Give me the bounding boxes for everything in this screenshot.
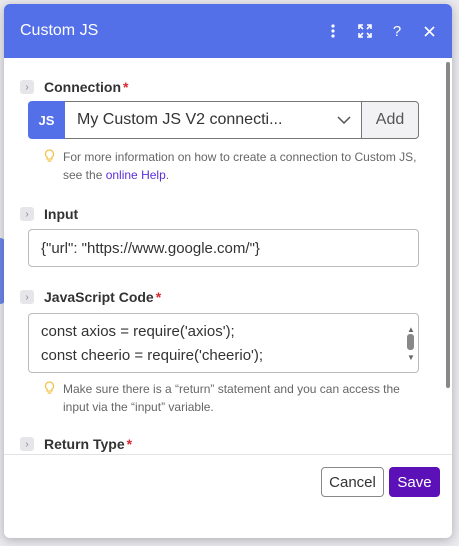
code-hint-text: Make sure there is a “return” statement … — [63, 382, 400, 414]
return-type-label: Return Type — [44, 436, 125, 452]
connection-hint: For more information on how to create a … — [44, 148, 429, 184]
code-editor[interactable]: const axios = require('axios'); const ch… — [28, 313, 419, 373]
expand-icon[interactable] — [356, 22, 374, 40]
js-app-icon: JS — [28, 101, 65, 139]
connection-hint-text: For more information on how to create a … — [63, 148, 429, 184]
close-icon[interactable] — [420, 22, 438, 40]
code-line: const cheerio = require('cheerio'); — [41, 347, 264, 364]
dialog-header: Custom JS ? — [4, 4, 452, 58]
code-field: › JavaScript Code * — [20, 288, 436, 306]
return-type-field: › Return Type * — [20, 435, 436, 453]
online-help-link[interactable]: online Help — [106, 168, 166, 182]
required-mark: * — [123, 79, 129, 95]
dialog-body: › Connection * JS My Custom JS V2 connec… — [4, 58, 452, 454]
code-line: const axios = require('axios'); — [41, 323, 235, 340]
dialog-scrollbar[interactable] — [446, 62, 450, 388]
help-icon[interactable]: ? — [388, 22, 406, 40]
connection-select-value: My Custom JS V2 connecti... — [77, 111, 283, 128]
chevron-right-icon[interactable]: › — [20, 207, 34, 221]
code-hint: Make sure there is a “return” statement … — [44, 380, 429, 416]
connection-select[interactable]: My Custom JS V2 connecti... — [65, 101, 362, 139]
save-button[interactable]: Save — [389, 467, 440, 497]
add-connection-button[interactable]: Add — [362, 101, 419, 139]
hint-text-end: . — [165, 168, 170, 182]
chevron-down-icon — [337, 116, 351, 124]
chevron-right-icon[interactable]: › — [20, 290, 34, 304]
dialog-title: Custom JS — [20, 22, 99, 39]
input-label: Input — [44, 206, 79, 222]
connection-label: Connection — [44, 79, 121, 95]
connection-field: › Connection * — [20, 78, 436, 96]
js-badge-text: JS — [38, 112, 55, 128]
chevron-right-icon[interactable]: › — [20, 437, 34, 451]
header-icons: ? — [324, 22, 438, 40]
lightbulb-icon — [44, 149, 55, 184]
required-mark: * — [155, 289, 162, 305]
dialog-footer: Cancel Save — [4, 454, 452, 538]
code-scrollbar[interactable]: ▲ ▼ — [406, 318, 415, 370]
chevron-right-icon[interactable]: › — [20, 80, 34, 94]
cancel-button[interactable]: Cancel — [321, 467, 384, 497]
scroll-down-icon[interactable]: ▼ — [407, 346, 415, 370]
required-mark: * — [126, 436, 133, 452]
lightbulb-icon — [44, 381, 55, 416]
input-text-field[interactable]: {"url": "https://www.google.com/"} — [28, 229, 419, 267]
input-field: › Input — [20, 205, 436, 223]
connection-selector: JS My Custom JS V2 connecti... Add — [28, 101, 419, 139]
code-label: JavaScript Code — [44, 289, 154, 305]
more-vertical-icon[interactable] — [324, 22, 342, 40]
custom-js-dialog: Custom JS ? › Connection * JS My Custom … — [4, 4, 452, 538]
